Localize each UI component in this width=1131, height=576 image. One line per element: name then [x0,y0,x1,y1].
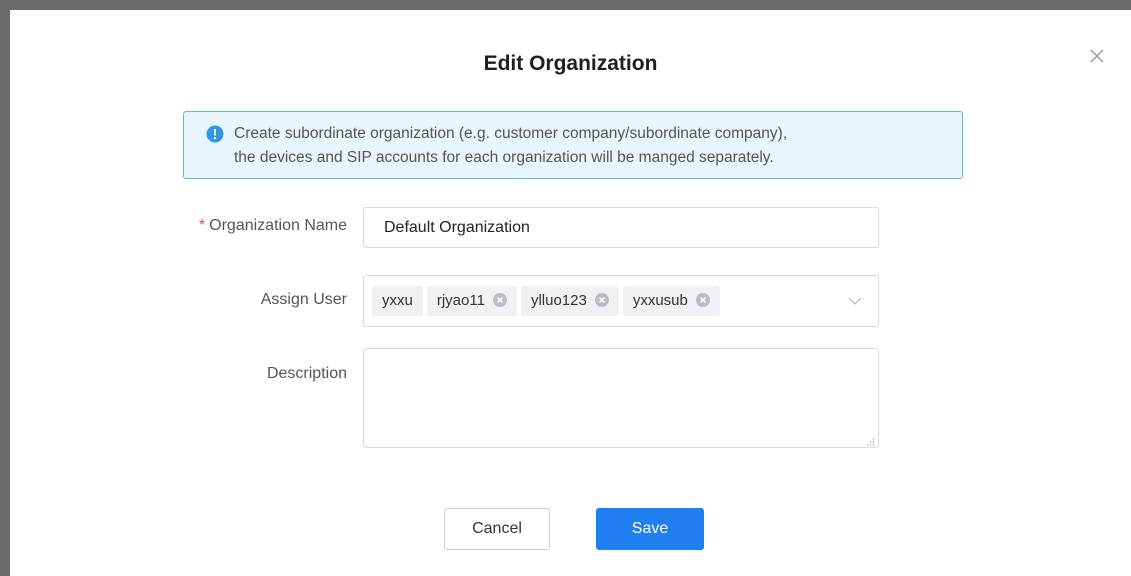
save-button[interactable]: Save [596,508,704,550]
required-mark: * [198,217,206,234]
remove-tag-icon[interactable] [695,292,710,307]
user-tag: ylluo123 [520,286,619,316]
close-icon[interactable] [1087,46,1107,66]
user-tag: yxxusub [622,286,720,316]
remove-tag-icon[interactable] [492,292,507,307]
chevron-down-icon[interactable] [848,293,862,305]
info-icon [206,125,224,143]
user-tag-label: rjyao11 [436,292,485,309]
remove-tag-icon[interactable] [594,292,609,307]
description-label: Description [266,365,347,382]
assign-user-select[interactable]: yxxu rjyao11 ylluo123 yxxusub [363,275,879,327]
organization-name-input[interactable]: Default Organization [363,207,879,248]
user-tag-label: yxxu [382,292,413,309]
resize-handle-icon[interactable] [865,434,875,446]
assign-user-label: Assign User [260,291,347,308]
organization-name-label: * Organization Name [147,217,347,235]
edit-organization-dialog: Edit Organization Create subordinate org… [10,10,1131,576]
organization-name-value: Default Organization [384,219,530,236]
organization-name-label-text: Organization Name [209,217,347,234]
dialog-title: Edit Organization [483,52,658,75]
cancel-button[interactable]: Cancel [444,508,550,550]
user-tag: yxxu [372,286,423,316]
user-tag: rjyao11 [426,286,517,316]
user-tag-label: ylluo123 [530,292,587,309]
info-text-line-2: the devices and SIP accounts for each or… [234,149,774,166]
description-textarea[interactable] [363,348,879,448]
info-text-line-1: Create subordinate organization (e.g. cu… [234,125,788,142]
info-notice: Create subordinate organization (e.g. cu… [183,111,963,179]
user-tag-label: yxxusub [632,292,688,309]
